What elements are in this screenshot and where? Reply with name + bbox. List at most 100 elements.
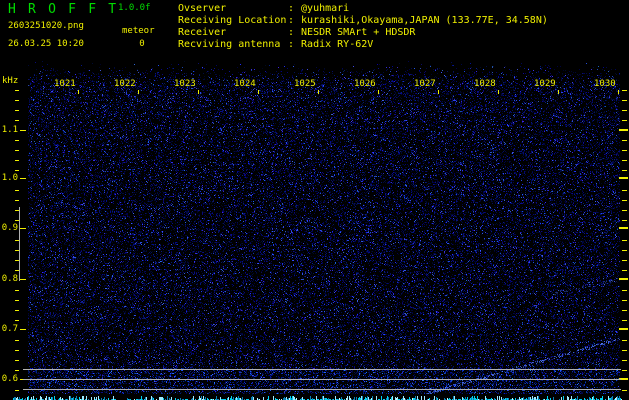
signal-level-canvas — [13, 394, 622, 400]
frequency-axis-unit: kHz — [2, 76, 19, 86]
info-value: @yuhmari — [301, 3, 350, 14]
freq-minor-tick — [15, 190, 19, 191]
db-scale-bar — [19, 207, 20, 281]
freq-minor-tick — [15, 320, 19, 321]
version-label: 1.0.0f — [118, 3, 151, 13]
info-label: Recviving antenna — [178, 39, 281, 50]
level-reference-line — [23, 369, 621, 370]
freq-minor-tick — [15, 290, 19, 291]
freq-major-tick-right — [619, 328, 628, 330]
freq-tick-label: 0.7 — [1, 324, 18, 334]
info-label: Ovserver — [178, 3, 227, 14]
freq-minor-tick — [15, 270, 19, 271]
info-row: Receiving Location: kurashiki,Okayama,JAP… — [178, 15, 548, 27]
time-tick — [318, 90, 319, 94]
freq-minor-tick-right — [622, 320, 627, 321]
freq-minor-tick-right — [622, 140, 627, 141]
spectrogram-noise-canvas — [28, 58, 620, 394]
freq-minor-tick — [15, 100, 19, 101]
freq-minor-tick — [15, 220, 19, 221]
freq-major-tick — [20, 228, 26, 229]
freq-minor-tick — [15, 390, 19, 391]
freq-minor-tick — [15, 260, 19, 261]
freq-minor-tick-right — [622, 310, 627, 311]
freq-minor-tick — [15, 120, 19, 121]
freq-tick-label: 0.9 — [1, 223, 18, 233]
freq-minor-tick-right — [622, 110, 627, 111]
freq-minor-tick-right — [622, 200, 627, 201]
datetime-label: 26.03.25 10:20 — [8, 39, 84, 49]
freq-minor-tick — [15, 350, 19, 351]
info-value: NESDR SMArt + HDSDR — [301, 27, 416, 38]
freq-minor-tick-right — [622, 100, 627, 101]
freq-minor-tick — [15, 90, 19, 91]
freq-minor-tick-right — [622, 250, 627, 251]
freq-major-tick-right — [619, 278, 628, 280]
hrofft-window: H R O F F T 1.0.0f 2603251020.png meteor… — [0, 0, 629, 400]
program-title: H R O F F T — [8, 2, 119, 17]
freq-minor-tick — [15, 310, 19, 311]
time-tick-label: 1027 — [414, 79, 436, 89]
meteor-count: 0 — [139, 39, 145, 49]
time-tick-label: 1029 — [534, 79, 556, 89]
freq-minor-tick-right — [622, 290, 627, 291]
time-tick-label: 1026 — [354, 79, 376, 89]
freq-major-tick-right — [619, 227, 628, 229]
time-tick-label: 1025 — [294, 79, 316, 89]
time-tick — [138, 90, 139, 94]
time-tick-label: 1023 — [174, 79, 196, 89]
time-tick — [198, 90, 199, 94]
freq-tick-label: 1.1 — [1, 125, 18, 135]
time-tick — [78, 90, 79, 94]
info-row: Ovserver: @yuhmari — [178, 3, 548, 15]
time-tick — [498, 90, 499, 94]
time-tick-label: 1021 — [54, 79, 76, 89]
freq-minor-tick — [15, 340, 19, 341]
freq-minor-tick — [15, 250, 19, 251]
freq-major-tick-right — [619, 177, 628, 179]
receiver-info: Ovserver: @yuhmari Receiving Location: kura… — [178, 3, 548, 51]
info-label: Receiver — [178, 27, 227, 38]
freq-minor-tick-right — [622, 210, 627, 211]
freq-minor-tick-right — [622, 150, 627, 151]
freq-minor-tick — [15, 210, 19, 211]
freq-minor-tick — [15, 360, 19, 361]
freq-major-tick — [20, 130, 26, 131]
freq-major-tick — [20, 178, 26, 179]
freq-minor-tick-right — [622, 300, 627, 301]
freq-minor-tick — [15, 150, 19, 151]
freq-major-tick-right — [619, 129, 628, 131]
info-label: Receiving Location — [178, 15, 287, 26]
freq-minor-tick-right — [622, 340, 627, 341]
freq-minor-tick — [15, 300, 19, 301]
info-value: kurashiki,Okayama,JAPAN (133.77E, 34.58N… — [301, 15, 548, 26]
freq-minor-tick-right — [622, 170, 627, 171]
info-value: Radix RY-62V — [301, 39, 374, 50]
info-row: Receiver: NESDR SMArt + HDSDR — [178, 27, 548, 39]
freq-minor-tick-right — [622, 90, 627, 91]
freq-minor-tick-right — [622, 160, 627, 161]
freq-minor-tick — [15, 200, 19, 201]
freq-minor-tick — [15, 170, 19, 171]
freq-minor-tick-right — [622, 220, 627, 221]
meteor-label: meteor — [122, 26, 155, 36]
freq-major-tick — [20, 329, 26, 330]
freq-tick-label: 0.8 — [1, 274, 18, 284]
freq-minor-tick — [15, 160, 19, 161]
level-reference-line — [23, 379, 621, 380]
freq-major-tick — [20, 279, 26, 280]
freq-minor-tick-right — [622, 390, 627, 391]
freq-minor-tick — [15, 110, 19, 111]
freq-minor-tick-right — [622, 360, 627, 361]
freq-minor-tick-right — [622, 240, 627, 241]
time-tick-label: 1030 — [594, 79, 616, 89]
freq-tick-label: 1.0 — [1, 173, 18, 183]
freq-minor-tick-right — [622, 120, 627, 121]
time-tick — [438, 90, 439, 94]
time-tick — [558, 90, 559, 94]
time-tick-label: 1028 — [474, 79, 496, 89]
time-tick-label: 1024 — [234, 79, 256, 89]
filename-label: 2603251020.png — [8, 21, 84, 31]
freq-minor-tick — [15, 240, 19, 241]
time-tick — [258, 90, 259, 94]
